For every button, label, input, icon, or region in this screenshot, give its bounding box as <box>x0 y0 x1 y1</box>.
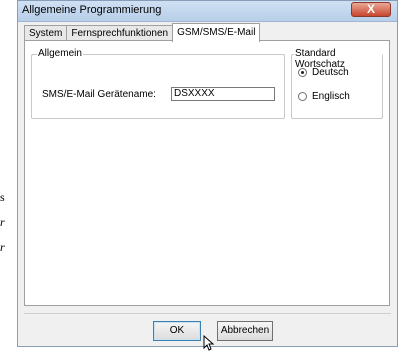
vocabulary-groupbox: Standard Wortschatz Deutsch Englisch <box>291 48 383 119</box>
ok-button[interactable]: OK <box>153 321 201 341</box>
device-name-input[interactable]: DSXXXX <box>171 87 275 101</box>
cancel-button[interactable]: Abbrechen <box>217 321 273 341</box>
window-title: Allgemeine Programmierung <box>22 4 162 16</box>
edge-text-2: r <box>0 215 5 229</box>
radio-englisch[interactable]: Englisch <box>298 91 350 102</box>
title-bar[interactable]: Allgemeine Programmierung X <box>18 1 397 22</box>
tab-panel: Allgemein SMS/E-Mail Gerätename: DSXXXX … <box>24 40 390 306</box>
edge-text-3: r <box>0 240 5 254</box>
general-groupbox: Allgemein SMS/E-Mail Gerätename: DSXXXX <box>31 48 285 119</box>
close-icon: X <box>366 2 375 16</box>
tab-bar: System Fernsprechfunktionen GSM/SMS/E-Ma… <box>24 23 261 42</box>
radio-unchecked-icon <box>298 92 307 101</box>
radio-englisch-label: Englisch <box>312 91 350 102</box>
device-name-label: SMS/E-Mail Gerätename: <box>42 89 156 100</box>
edge-text-1: s <box>0 190 5 204</box>
close-button[interactable]: X <box>351 2 391 17</box>
radio-deutsch[interactable]: Deutsch <box>298 67 349 78</box>
bottom-separator <box>24 313 391 314</box>
general-group-title: Allgemein <box>37 48 83 59</box>
radio-checked-icon <box>298 68 307 77</box>
tab-gsm-sms-email[interactable]: GSM/SMS/E-Mail <box>172 23 261 42</box>
dialog-window: Allgemeine Programmierung X System Ferns… <box>17 0 398 351</box>
mouse-pointer-icon <box>203 335 215 351</box>
radio-deutsch-label: Deutsch <box>312 67 349 78</box>
